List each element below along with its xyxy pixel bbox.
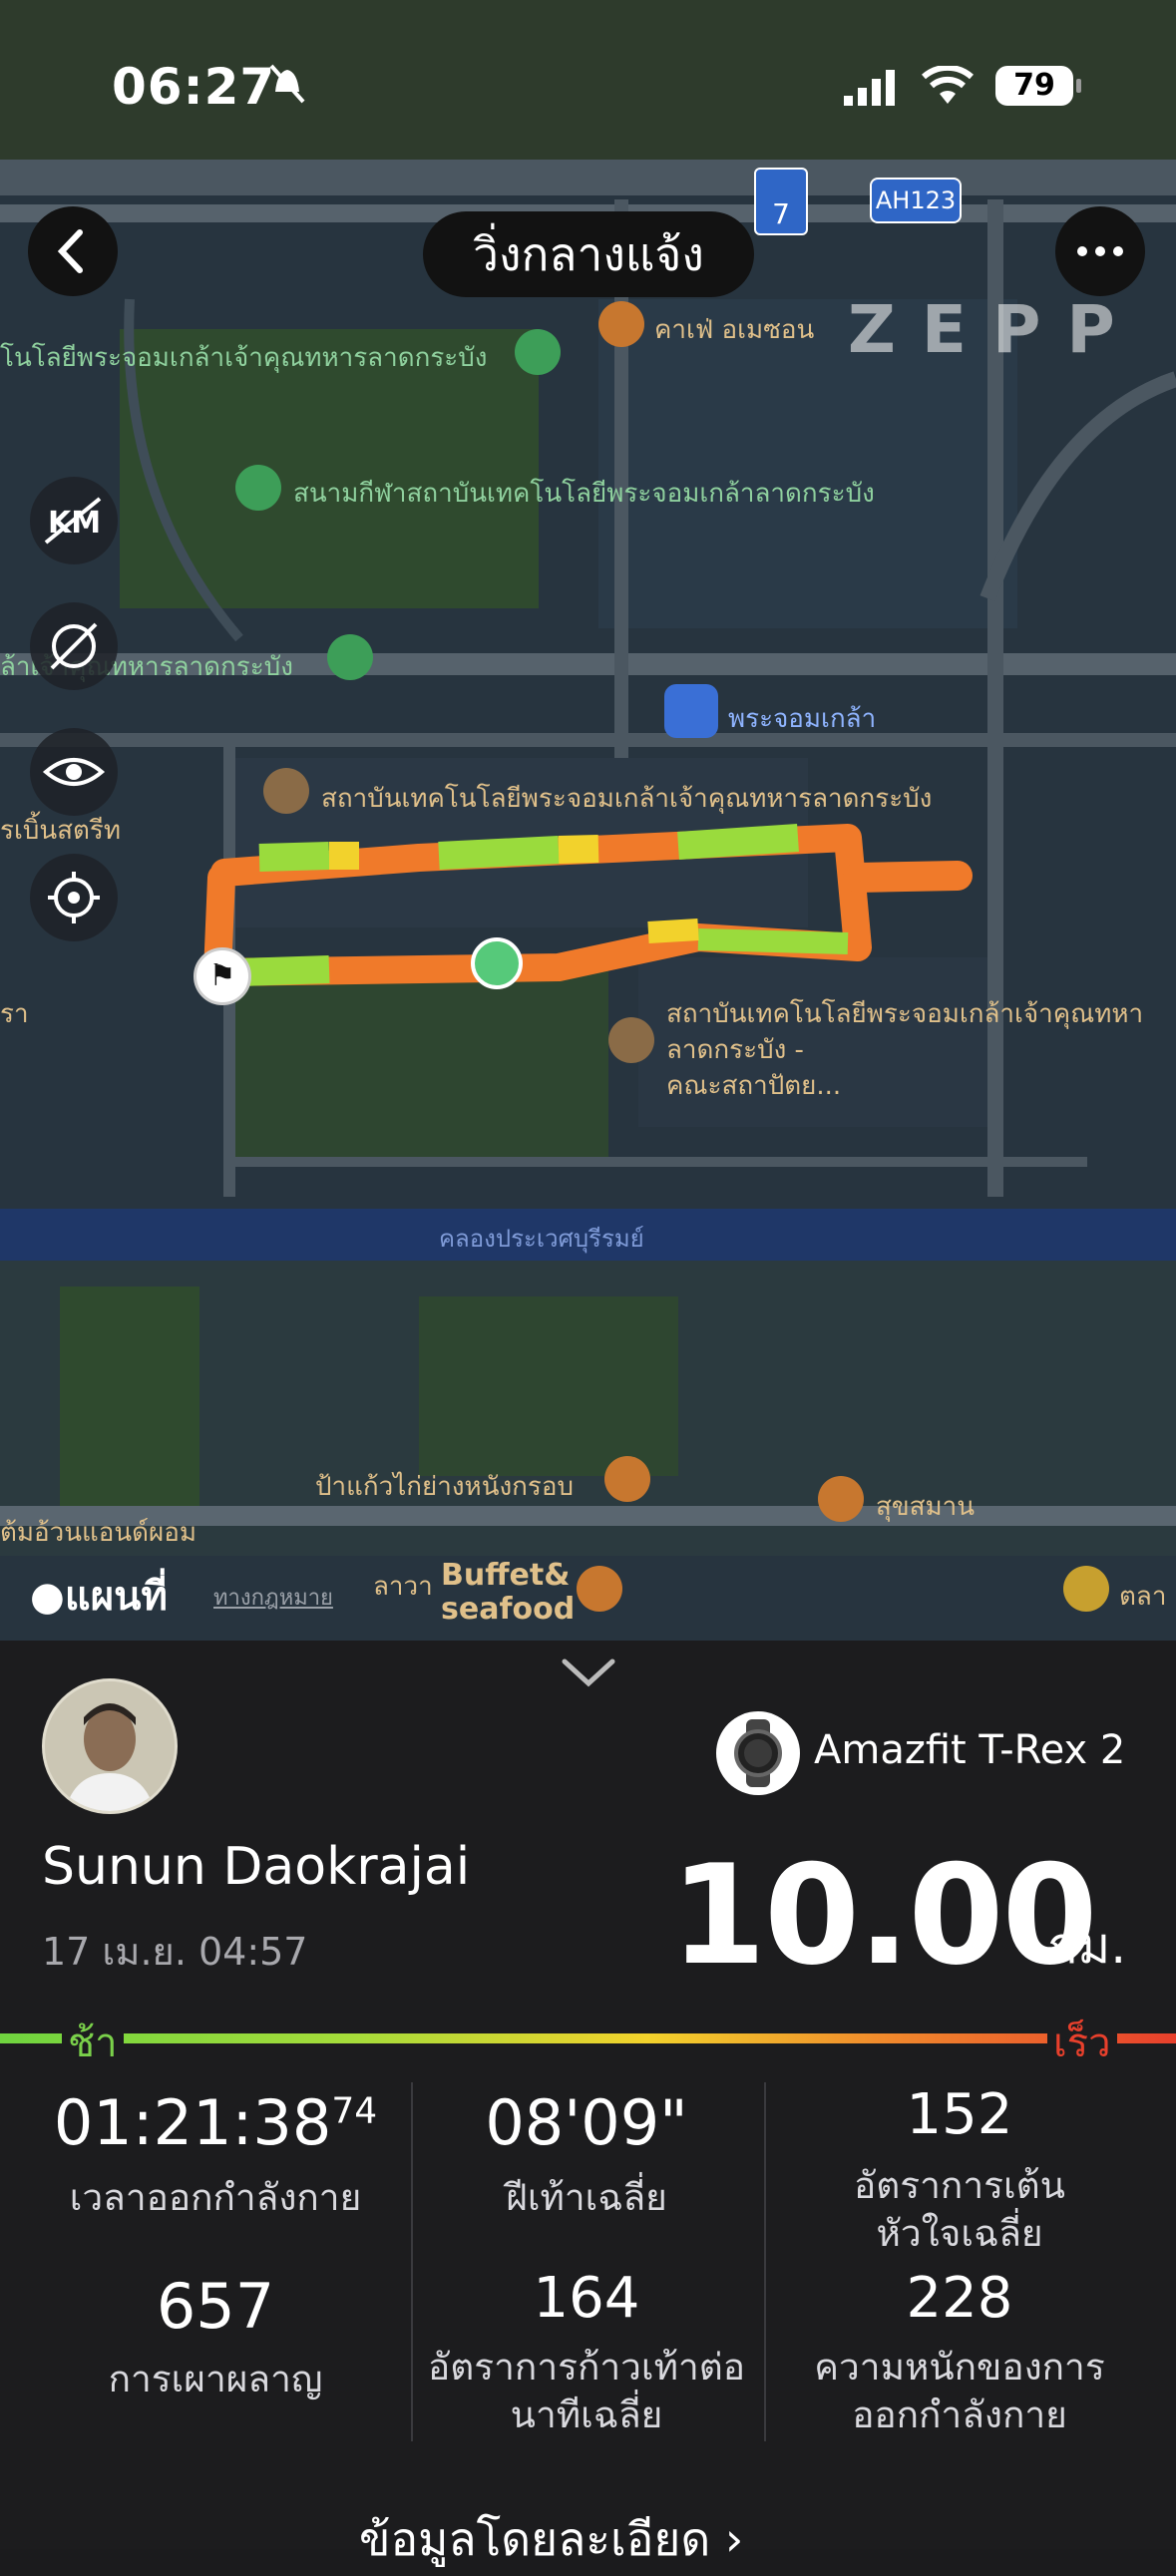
back-button[interactable]	[28, 206, 118, 296]
poi-cafe[interactable]: คาเฟ่ อเมซอน	[654, 309, 814, 350]
watch-icon	[716, 1711, 800, 1795]
stat-pace-label: ฝีเท้าเฉลี่ย	[506, 2176, 667, 2219]
distance-unit: กม.	[1047, 1917, 1127, 1975]
workout-date: 17 เม.ย. 04:57	[42, 1930, 308, 1974]
stat-load-value: 228	[906, 2266, 1013, 2331]
highway-number: 7	[772, 197, 790, 230]
silent-bell-icon	[267, 62, 307, 106]
battery-indicator: 79	[995, 66, 1081, 106]
more-dots-icon	[1077, 246, 1123, 256]
poi-institute[interactable]: สถาบันเทคโนโลยีพระจอมเกล้าเจ้าคุณทหารลาด…	[321, 778, 932, 819]
poi-stadium[interactable]: สนามกีฬาสถาบันเทคโนโลยีพระจอมเกล้าลาดกระ…	[293, 473, 875, 514]
details-link[interactable]: ข้อมูลโดยละเอียด ›	[359, 2503, 743, 2576]
ah-route-label: AH123	[875, 186, 957, 214]
canal-label: คลองประเวศบุรีรมย์	[439, 1225, 644, 1253]
stat-heart-rate-label: อัตราการเต้น หัวใจเฉลี่ย	[770, 2162, 1149, 2258]
pace-fast-label: เร็ว	[1047, 2011, 1117, 2074]
poi-buffet-2[interactable]: seafood	[441, 1592, 575, 1627]
device-name[interactable]: Amazfit T-Rex 2	[814, 1727, 1125, 1773]
poi-left-food[interactable]: ต้มอ้วนแอนด์ผอม	[0, 1512, 196, 1553]
crosshair-icon	[48, 872, 100, 923]
maps-brand-label: แผนที่	[64, 1574, 168, 1620]
stat-load-label: ความหนักของการ ออกกำลังกาย	[770, 2344, 1149, 2439]
poi-buffet-prefix[interactable]: ลาวา	[373, 1566, 433, 1607]
user-name: Sunun Daokrajai	[42, 1837, 471, 1897]
pace-gradient-bar	[0, 2033, 1176, 2043]
maps-brand: ●แผนที่	[30, 1564, 168, 1628]
stat-duration-value: 01:21:3874	[36, 2086, 395, 2159]
chevron-right-icon: ›	[724, 2512, 744, 2566]
km-off-icon: KM	[44, 497, 102, 545]
market-icon[interactable]	[1063, 1566, 1109, 1612]
status-time: 06:27	[112, 58, 276, 116]
stat-calories-value: 657	[156, 2270, 275, 2343]
wifi-icon	[922, 64, 974, 110]
stat-duration-label: เวลาออกกำลังกาย	[69, 2176, 362, 2219]
user-photo	[45, 1681, 175, 1811]
locate-button[interactable]	[30, 854, 118, 941]
train-icon[interactable]	[664, 684, 718, 738]
stadium-icon-2[interactable]	[235, 465, 281, 511]
stat-cadence-value: 164	[533, 2266, 640, 2331]
zepp-watermark: ZEPP	[848, 291, 1141, 368]
poi-faculty-l3[interactable]: คณะสถาปัตย...	[666, 1065, 841, 1106]
cafe-icon[interactable]	[598, 301, 644, 347]
distance-value: 10.00	[670, 1835, 1098, 1996]
hide-map-toggle[interactable]	[30, 602, 118, 690]
start-point-marker	[471, 937, 523, 989]
avatar[interactable]	[42, 1678, 178, 1814]
page-title: วิ่งกลางแจ้ง	[423, 211, 754, 297]
poi-left-edge: รา	[0, 999, 29, 1029]
stat-heart-rate-value: 152	[906, 2082, 1013, 2147]
pace-slow-label: ช้า	[62, 2011, 124, 2074]
asian-highway-shield: AH123	[870, 178, 962, 223]
finish-flag-marker: ⚑	[194, 947, 251, 1005]
stadium-icon[interactable]	[515, 329, 561, 375]
restaurant-icon[interactable]	[604, 1456, 650, 1502]
heart-rate-label-line2: หัวใจเฉลี่ย	[876, 2212, 1043, 2255]
poi-buffet[interactable]: Buffet&	[441, 1558, 570, 1593]
heart-rate-label-line1: อัตราการเต้น	[854, 2164, 1065, 2207]
poi-left-street[interactable]: รเบิ้นสตรีท	[0, 810, 121, 851]
cellular-signal-icon	[844, 70, 898, 110]
park-icon[interactable]	[327, 634, 373, 680]
eye-icon	[42, 758, 106, 786]
stat-cadence-label: อัตราการก้าวเท้าต่อ นาทีเฉลี่ย	[397, 2344, 776, 2439]
duration-main: 01:21:38	[53, 2086, 332, 2159]
poi-liquor[interactable]: สุขสมาน	[876, 1486, 975, 1527]
poi-market[interactable]: ตลา	[1119, 1576, 1166, 1617]
back-chevron-icon	[57, 229, 83, 273]
school-icon-2[interactable]	[608, 1017, 654, 1063]
duration-hundredths: 74	[331, 2090, 378, 2132]
km-marker-toggle[interactable]: KM	[30, 477, 118, 564]
poi-faculty-l1[interactable]: สถาบันเทคโนโลยีพระจอมเกล้าเจ้าคุณทหา	[666, 993, 1143, 1034]
apple-icon: ●	[30, 1574, 65, 1620]
highway-shield: 7	[754, 168, 808, 235]
stat-pace-value: 08'09"	[485, 2086, 688, 2159]
poi-chicken[interactable]: ป้าแก้วไก่ย่างหนังกรอบ	[315, 1466, 574, 1507]
poi-tech-top[interactable]: โนโลยีพระจอมเกล้าเจ้าคุณทหารลาดกระบัง	[0, 337, 487, 378]
poi-station[interactable]: พระจอมเกล้า	[728, 698, 876, 739]
poi-faculty-l2[interactable]: ลาดกระบัง -	[666, 1029, 804, 1070]
stat-calories-label: การเผาผลาญ	[108, 2358, 323, 2400]
buffet-icon[interactable]	[577, 1566, 622, 1612]
school-icon[interactable]	[263, 768, 309, 814]
load-label-line1: ความหนักของการ	[814, 2346, 1105, 2389]
cadence-label-line1: อัตราการก้าวเท้าต่อ	[428, 2346, 745, 2389]
more-options-button[interactable]	[1055, 206, 1145, 296]
details-link-label: ข้อมูลโดยละเอียด	[359, 2512, 711, 2566]
bar-icon[interactable]	[818, 1476, 864, 1522]
load-label-line2: ออกกำลังกาย	[852, 2393, 1067, 2436]
globe-off-icon	[50, 622, 98, 670]
view-toggle[interactable]	[30, 728, 118, 816]
cadence-label-line2: นาทีเฉลี่ย	[510, 2393, 663, 2436]
legal-link[interactable]: ทางกฎหมาย	[213, 1580, 333, 1615]
collapse-chevron-icon[interactable]	[561, 1656, 616, 1693]
